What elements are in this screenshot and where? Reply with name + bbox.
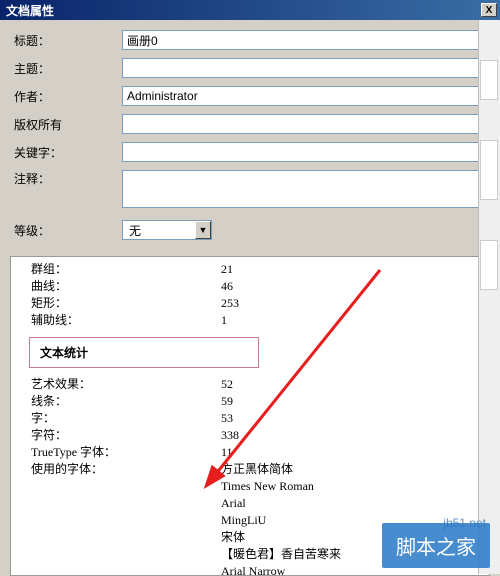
title-input[interactable] bbox=[122, 30, 486, 50]
stat-value: 1 bbox=[221, 312, 227, 329]
stat-row: 字符：338 bbox=[11, 427, 489, 444]
stat-row: 艺术效果：52 bbox=[11, 376, 489, 393]
stat-key: 辅助线： bbox=[31, 312, 221, 329]
stat-row: TrueType 字体：11 bbox=[11, 444, 489, 461]
stat-value: 338 bbox=[221, 427, 239, 444]
page-thumbnail[interactable] bbox=[480, 140, 498, 200]
stat-value: 方正黑体简体 bbox=[221, 461, 293, 478]
stat-key: 字： bbox=[31, 410, 221, 427]
page-thumbnail[interactable] bbox=[480, 240, 498, 290]
stat-row: 使用的字体：方正黑体简体 bbox=[11, 461, 489, 478]
stat-key: 使用的字体： bbox=[31, 461, 221, 478]
comment-label: 注释： bbox=[14, 170, 122, 187]
close-button[interactable]: X bbox=[481, 3, 497, 17]
stat-key: 矩形： bbox=[31, 295, 221, 312]
stat-row: 辅助线：1 bbox=[11, 312, 489, 329]
watermark-text: 脚本之家 bbox=[382, 523, 490, 568]
stat-value: 253 bbox=[221, 295, 239, 312]
stat-value: 21 bbox=[221, 261, 233, 278]
font-item: Times New Roman bbox=[221, 478, 489, 495]
font-item: Arial bbox=[221, 495, 489, 512]
subject-label: 主题： bbox=[14, 60, 122, 77]
copyright-input[interactable] bbox=[122, 114, 486, 134]
subject-input[interactable] bbox=[122, 58, 486, 78]
rating-select[interactable]: 无 ▼ bbox=[122, 220, 212, 240]
stat-key: 字符： bbox=[31, 427, 221, 444]
stat-value: 46 bbox=[221, 278, 233, 295]
stat-key: 线条： bbox=[31, 393, 221, 410]
chevron-down-icon: ▼ bbox=[195, 221, 211, 239]
rating-value: 无 bbox=[123, 222, 195, 239]
keywords-label: 关键字： bbox=[14, 144, 122, 161]
stat-row: 矩形：253 bbox=[11, 295, 489, 312]
window-title: 文档属性 bbox=[3, 2, 481, 19]
stat-row: 线条：59 bbox=[11, 393, 489, 410]
stat-key: 艺术效果： bbox=[31, 376, 221, 393]
stat-value: 59 bbox=[221, 393, 233, 410]
page-thumbnails-strip bbox=[478, 20, 500, 574]
author-input[interactable] bbox=[122, 86, 486, 106]
comment-input[interactable] bbox=[122, 170, 486, 208]
stat-row: 曲线：46 bbox=[11, 278, 489, 295]
title-label: 标题： bbox=[14, 32, 122, 49]
stat-key: 曲线： bbox=[31, 278, 221, 295]
stat-key: 群组： bbox=[31, 261, 221, 278]
properties-form: 标题： 主题： 作者： 版权所有 关键字： 注释： 等级： 无 ▼ bbox=[0, 20, 500, 252]
stat-row: 字：53 bbox=[11, 410, 489, 427]
stat-value: 52 bbox=[221, 376, 233, 393]
stat-row: 群组：21 bbox=[11, 261, 489, 278]
keywords-input[interactable] bbox=[122, 142, 486, 162]
titlebar: 文档属性 X bbox=[0, 0, 500, 20]
author-label: 作者： bbox=[14, 88, 122, 105]
rating-label: 等级： bbox=[14, 222, 122, 239]
stat-value: 11 bbox=[221, 444, 233, 461]
copyright-label: 版权所有 bbox=[14, 116, 122, 133]
stat-key: TrueType 字体： bbox=[31, 444, 221, 461]
text-stats-heading: 文本统计 bbox=[29, 337, 259, 368]
page-thumbnail[interactable] bbox=[480, 60, 498, 100]
stat-value: 53 bbox=[221, 410, 233, 427]
